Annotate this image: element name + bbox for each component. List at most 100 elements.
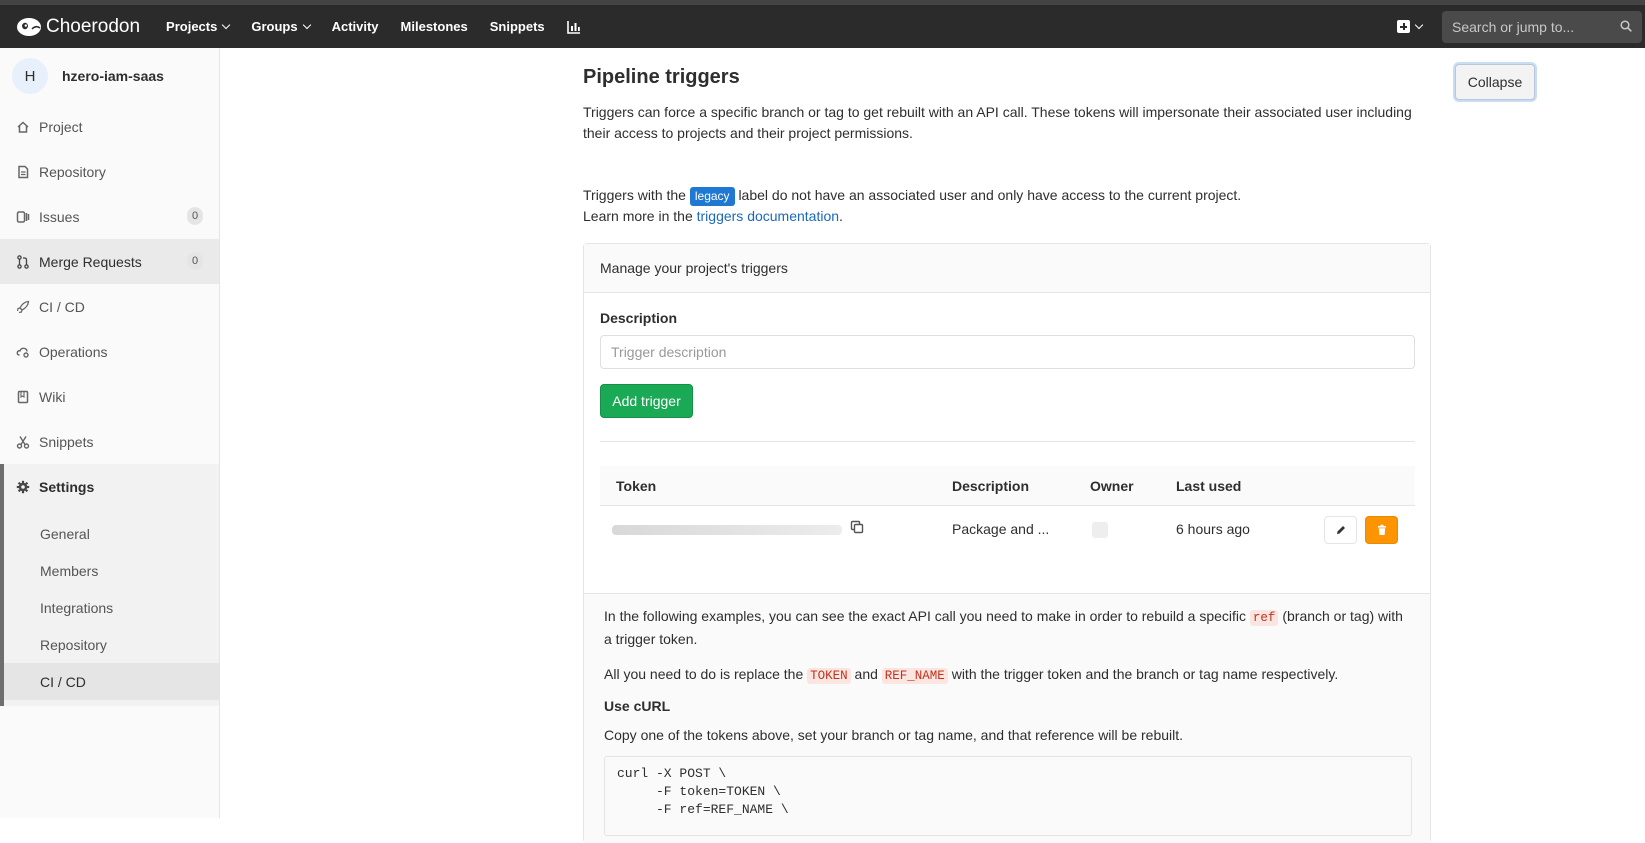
owner-avatar[interactable] xyxy=(1092,522,1108,538)
rocket-icon xyxy=(16,300,30,313)
curl-code-block: curl -X POST \ -F token=TOKEN \ -F ref=R… xyxy=(604,756,1412,836)
nav-snippets[interactable]: Snippets xyxy=(490,19,545,34)
page-title: Pipeline triggers xyxy=(583,66,740,88)
usage-examples: In the following examples, you can see t… xyxy=(584,593,1430,843)
triggers-table-header: Token Description Owner Last used xyxy=(600,466,1415,506)
token-code: TOKEN xyxy=(807,668,851,684)
legacy-badge: legacy xyxy=(689,187,735,206)
col-last-used: Last used xyxy=(1176,478,1242,494)
nav-activity-label: Activity xyxy=(331,19,379,34)
learn-prefix: Learn more in the xyxy=(583,208,693,224)
issues-icon xyxy=(16,210,30,223)
col-token: Token xyxy=(616,478,657,494)
examples-intro: In the following examples, you can see t… xyxy=(604,606,1404,650)
cloud-gear-icon xyxy=(16,347,29,358)
add-trigger-button[interactable]: Add trigger xyxy=(600,384,693,418)
panel-header: Manage your project's triggers xyxy=(584,244,1430,293)
examples-text: and xyxy=(854,666,878,682)
token-value-masked xyxy=(612,525,842,535)
brand-link[interactable]: Choerodon xyxy=(16,16,140,38)
examples-text: In the following examples, you can see t… xyxy=(604,608,1247,624)
sidebar-settings-group: Settings General Members Integrations Re… xyxy=(0,464,219,706)
sidebar-item-label: CI / CD xyxy=(39,298,85,315)
sidebar: H hzero-iam-saas Project Repository Issu… xyxy=(0,48,220,818)
sidebar-item-label: Wiki xyxy=(39,388,66,405)
copy-icon[interactable] xyxy=(850,520,864,534)
sidebar-item-label: Project xyxy=(39,118,83,135)
sidebar-item-ci-cd[interactable]: CI / CD xyxy=(0,284,219,329)
sidebar-item-label: Issues xyxy=(39,208,80,225)
book-icon xyxy=(17,390,29,403)
sidebar-item-label: Merge Requests xyxy=(39,253,142,270)
gear-icon xyxy=(16,480,30,493)
sidebar-item-label: Settings xyxy=(39,478,95,495)
choerodon-logo-icon xyxy=(17,17,41,36)
sidebar-item-label: Repository xyxy=(39,163,106,180)
delete-trigger-button[interactable] xyxy=(1365,516,1398,544)
sidebar-item-wiki[interactable]: Wiki xyxy=(0,374,219,419)
project-name: hzero-iam-saas xyxy=(62,68,164,84)
ref-code: ref xyxy=(1249,610,1279,626)
merge-requests-count-badge: 0 xyxy=(187,252,203,270)
pencil-icon xyxy=(1336,526,1345,534)
sidebar-subitem-repository[interactable]: Repository xyxy=(4,626,219,663)
search-input[interactable]: Search or jump to... xyxy=(1442,10,1642,43)
sidebar-item-operations[interactable]: Operations xyxy=(0,329,219,374)
trash-icon xyxy=(1377,524,1386,535)
search-placeholder: Search or jump to... xyxy=(1452,18,1575,35)
nav-milestones-label: Milestones xyxy=(400,19,468,34)
new-dropdown-button[interactable] xyxy=(1397,20,1424,33)
chart-bar-icon xyxy=(566,20,580,34)
sidebar-item-project[interactable]: Project xyxy=(0,104,219,149)
legacy-suffix: label do not have an associated user and… xyxy=(738,187,1242,203)
sidebar-subitem-members[interactable]: Members xyxy=(4,552,219,589)
nav-snippets-label: Snippets xyxy=(489,19,545,34)
nav-analytics[interactable] xyxy=(566,20,581,34)
description-label: Description xyxy=(600,310,678,326)
triggers-panel: Manage your project's triggers Descripti… xyxy=(583,243,1431,843)
sidebar-item-issues[interactable]: Issues 0 xyxy=(0,194,219,239)
triggers-documentation-link[interactable]: triggers documentation xyxy=(697,208,839,224)
nav-projects-label: Projects xyxy=(166,19,218,34)
sidebar-item-repository[interactable]: Repository xyxy=(0,149,219,194)
issues-count-badge: 0 xyxy=(187,207,203,225)
sidebar-project-header[interactable]: H hzero-iam-saas xyxy=(0,48,219,104)
intro-text: Triggers can force a specific branch or … xyxy=(583,104,1412,141)
col-owner: Owner xyxy=(1090,478,1134,494)
chevron-down-icon xyxy=(302,20,311,29)
sidebar-item-settings[interactable]: Settings xyxy=(4,464,219,509)
brand-name: Choerodon xyxy=(46,15,141,37)
sidebar-subitem-general[interactable]: General xyxy=(4,515,219,552)
nav-activity[interactable]: Activity xyxy=(332,19,379,34)
use-curl-description: Copy one of the tokens above, set your b… xyxy=(604,727,1184,743)
nav-groups-label: Groups xyxy=(251,19,298,34)
nav-milestones[interactable]: Milestones xyxy=(401,19,468,34)
sidebar-item-snippets[interactable]: Snippets xyxy=(0,419,219,464)
sidebar-subitem-ci-cd[interactable]: CI / CD xyxy=(4,663,219,700)
trigger-last-used: 6 hours ago xyxy=(1176,521,1250,537)
trigger-description-input[interactable]: Trigger description xyxy=(600,335,1415,369)
examples-text: All you need to do is replace the xyxy=(604,666,804,682)
sidebar-item-label: Snippets xyxy=(39,433,94,450)
chevron-down-icon xyxy=(222,20,231,29)
avatar: H xyxy=(12,58,48,94)
chevron-down-icon xyxy=(1414,20,1424,29)
nav-groups[interactable]: Groups xyxy=(251,19,311,34)
legacy-info: Triggers with the legacy label do not ha… xyxy=(583,185,1241,227)
sidebar-item-label: Operations xyxy=(39,343,108,360)
merge-request-icon xyxy=(17,254,29,269)
search-icon xyxy=(1620,19,1632,32)
trigger-description: Package and ... xyxy=(952,521,1050,537)
nav-projects[interactable]: Projects xyxy=(166,19,231,34)
sidebar-item-merge-requests[interactable]: Merge Requests 0 xyxy=(0,239,219,284)
examples-replace-text: All you need to do is replace the TOKEN … xyxy=(604,664,1338,687)
collapse-button[interactable]: Collapse xyxy=(1455,64,1535,100)
edit-trigger-button[interactable] xyxy=(1324,516,1357,544)
col-description: Description xyxy=(952,478,1030,494)
sidebar-subitem-integrations[interactable]: Integrations xyxy=(4,589,219,626)
use-curl-heading: Use cURL xyxy=(604,698,671,714)
doc-icon xyxy=(18,165,29,178)
legacy-prefix: Triggers with the xyxy=(583,187,686,203)
scissors-icon xyxy=(16,435,30,449)
learn-suffix: . xyxy=(839,208,843,224)
